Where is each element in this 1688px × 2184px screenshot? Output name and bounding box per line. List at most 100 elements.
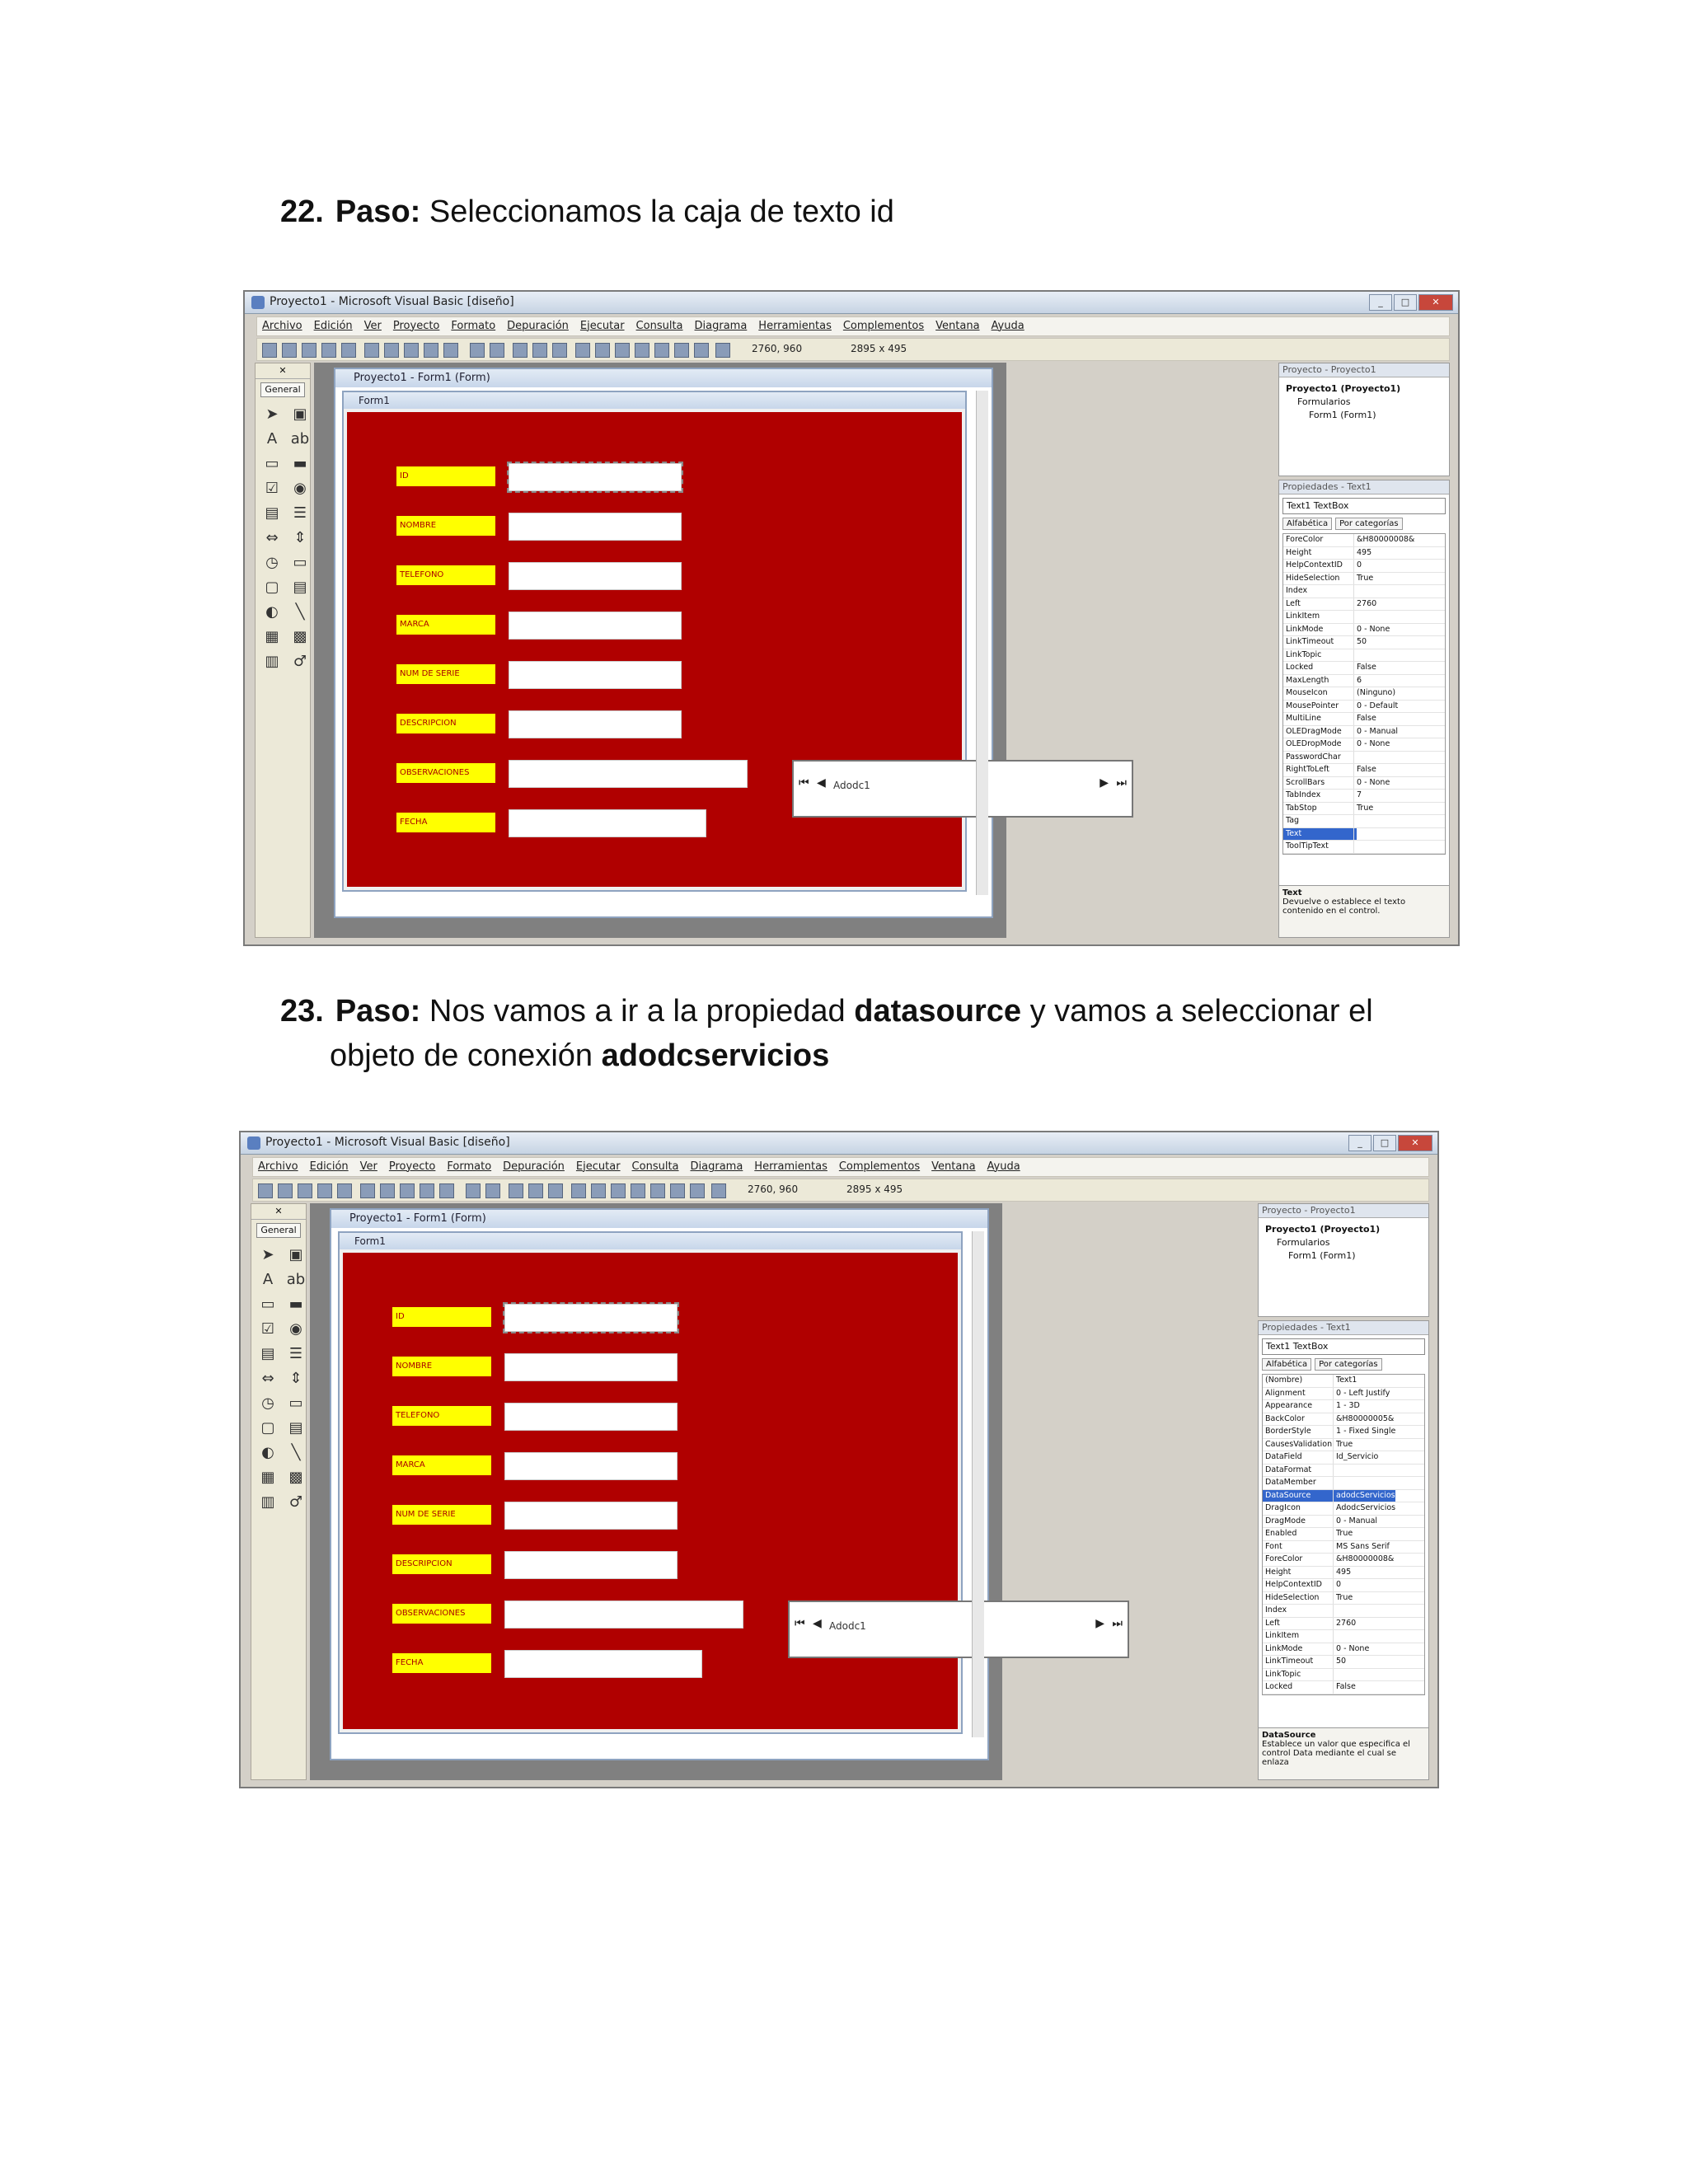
- toolbar-button-icon[interactable]: [674, 343, 689, 358]
- move-last-icon[interactable]: ⏭: [1116, 776, 1127, 790]
- property-row[interactable]: LinkMode 0 - None: [1283, 623, 1445, 636]
- property-row[interactable]: (Nombre) Text1: [1263, 1375, 1424, 1388]
- optionbutton-tool-icon[interactable]: ◉: [286, 1320, 306, 1338]
- property-row[interactable]: HideSelection True: [1283, 572, 1445, 585]
- hscroll-tool-icon[interactable]: ⇔: [258, 1370, 278, 1388]
- menu-item[interactable]: Archivo: [262, 317, 302, 335]
- property-value[interactable]: 0 - Left Justify: [1334, 1388, 1390, 1400]
- tree-item-project[interactable]: Proyecto1 (Proyecto1): [1265, 1223, 1422, 1236]
- menu-item[interactable]: Diagrama: [691, 1158, 743, 1176]
- menu-item[interactable]: Edición: [310, 1158, 349, 1176]
- ole-tool-icon[interactable]: ▥: [262, 653, 282, 671]
- listbox-tool-icon[interactable]: ☰: [290, 504, 310, 523]
- close-button[interactable]: ✕: [1418, 294, 1453, 311]
- toolbar-button-icon[interactable]: [591, 1183, 606, 1198]
- property-row[interactable]: Text: [1283, 827, 1445, 841]
- form-label[interactable]: NUM DE SERIE: [392, 1505, 491, 1525]
- menu-item[interactable]: Formato: [447, 1158, 491, 1176]
- property-value[interactable]: [1334, 1605, 1336, 1617]
- property-value[interactable]: [1354, 649, 1357, 662]
- menu-item[interactable]: Consulta: [636, 317, 683, 335]
- form-textbox[interactable]: [504, 1502, 678, 1530]
- property-value[interactable]: &H80000005&: [1334, 1413, 1394, 1426]
- form-label[interactable]: OBSERVACIONES: [392, 1604, 491, 1624]
- property-value[interactable]: 0 - Default: [1354, 701, 1398, 713]
- property-value[interactable]: 1 - Fixed Single: [1334, 1426, 1395, 1438]
- form-label[interactable]: FECHA: [396, 813, 495, 832]
- toolbar-button-icon[interactable]: [400, 1183, 415, 1198]
- property-row[interactable]: Index: [1283, 585, 1445, 598]
- property-value[interactable]: False: [1354, 713, 1376, 725]
- property-value[interactable]: 1 - 3D: [1334, 1400, 1360, 1413]
- property-value[interactable]: 0 - None: [1354, 624, 1390, 636]
- drivelist-tool-icon[interactable]: ▭: [290, 554, 310, 572]
- property-value[interactable]: False: [1334, 1681, 1356, 1694]
- property-row[interactable]: ForeColor &H80000008&: [1283, 534, 1445, 547]
- menu-item[interactable]: Depuración: [503, 1158, 565, 1176]
- property-value[interactable]: 0 - None: [1354, 777, 1390, 790]
- tab-alphabetic[interactable]: Alfabética: [1262, 1358, 1312, 1371]
- form-canvas[interactable]: ⏮ ◀ Adodc1 ▶ ⏭ ID NOMBRE TELEFONO MARCA NUM …: [347, 412, 1133, 887]
- toolbar-button-icon[interactable]: [694, 343, 709, 358]
- property-value[interactable]: 0: [1334, 1579, 1341, 1591]
- picturebox-tool-icon[interactable]: ▣: [290, 405, 310, 424]
- timer-tool-icon[interactable]: ◷: [258, 1394, 278, 1413]
- property-row[interactable]: MaxLength 6: [1283, 674, 1445, 687]
- form-textbox[interactable]: [509, 809, 706, 837]
- textbox-id-selected[interactable]: [503, 1302, 679, 1333]
- form-label[interactable]: ID: [396, 466, 495, 486]
- shape-tool-icon[interactable]: ◐: [262, 603, 282, 621]
- menu-item[interactable]: Depuración: [507, 317, 569, 335]
- property-row[interactable]: LinkItem: [1283, 611, 1445, 624]
- toolbox-close-icon[interactable]: ✕: [256, 363, 310, 379]
- property-value[interactable]: [1354, 815, 1357, 827]
- form-textbox[interactable]: [504, 1353, 678, 1381]
- toolbar-button-icon[interactable]: [670, 1183, 685, 1198]
- toolbar-button-icon[interactable]: [690, 1183, 705, 1198]
- menu-item[interactable]: Herramientas: [754, 1158, 828, 1176]
- form-textbox[interactable]: [509, 760, 748, 788]
- form-textbox[interactable]: [509, 562, 682, 590]
- property-value[interactable]: 50: [1334, 1656, 1346, 1668]
- toolbar-button-icon[interactable]: [470, 343, 485, 358]
- property-row[interactable]: Locked False: [1283, 662, 1445, 675]
- frame-tool-icon[interactable]: ▭: [258, 1296, 278, 1314]
- property-value[interactable]: [1334, 1630, 1336, 1643]
- form-textbox[interactable]: [504, 1403, 678, 1431]
- toolbar-button-icon[interactable]: [548, 1183, 563, 1198]
- close-button[interactable]: ✕: [1398, 1135, 1432, 1151]
- menu-item[interactable]: Complementos: [843, 317, 924, 335]
- form-label[interactable]: TELEFONO: [392, 1406, 491, 1426]
- property-row[interactable]: DataField Id_Servicio: [1263, 1451, 1424, 1465]
- property-row[interactable]: Alignment 0 - Left Justify: [1263, 1387, 1424, 1400]
- property-row[interactable]: BackColor &H80000005&: [1263, 1413, 1424, 1426]
- commandbutton-tool-icon[interactable]: ▬: [290, 455, 310, 473]
- form-textbox[interactable]: [509, 513, 682, 541]
- shape-tool-icon[interactable]: ◐: [258, 1444, 278, 1462]
- property-value[interactable]: 0: [1354, 560, 1362, 572]
- toolbar-button-icon[interactable]: [715, 343, 730, 358]
- tab-alphabetic[interactable]: Alfabética: [1282, 518, 1333, 530]
- toolbar-button-icon[interactable]: [443, 343, 458, 358]
- property-row[interactable]: Left 2760: [1283, 598, 1445, 611]
- property-row[interactable]: RightToLeft False: [1283, 764, 1445, 777]
- property-value[interactable]: 0 - Manual: [1334, 1516, 1377, 1528]
- toolbar-button-icon[interactable]: [258, 1183, 273, 1198]
- property-value[interactable]: 7: [1354, 790, 1362, 802]
- move-last-icon[interactable]: ⏭: [1112, 1617, 1123, 1630]
- toolbar-button-icon[interactable]: [360, 1183, 375, 1198]
- menu-item[interactable]: Ayuda: [992, 317, 1025, 335]
- vscroll-tool-icon[interactable]: ⇕: [286, 1370, 306, 1388]
- toolbar-button-icon[interactable]: [611, 1183, 626, 1198]
- image-tool-icon[interactable]: ▦: [262, 628, 282, 646]
- property-value[interactable]: [1354, 841, 1357, 853]
- property-value[interactable]: 6: [1354, 675, 1362, 687]
- form-label[interactable]: DESCRIPCION: [396, 714, 495, 733]
- toolbar-button-icon[interactable]: [341, 343, 356, 358]
- menu-item[interactable]: Complementos: [839, 1158, 920, 1176]
- data-tool-icon[interactable]: ▩: [286, 1469, 306, 1487]
- drivelist-tool-icon[interactable]: ▭: [286, 1394, 306, 1413]
- menu-item[interactable]: Ver: [364, 317, 382, 335]
- move-next-icon[interactable]: ▶: [1100, 776, 1109, 790]
- filelist-tool-icon[interactable]: ▤: [290, 579, 310, 597]
